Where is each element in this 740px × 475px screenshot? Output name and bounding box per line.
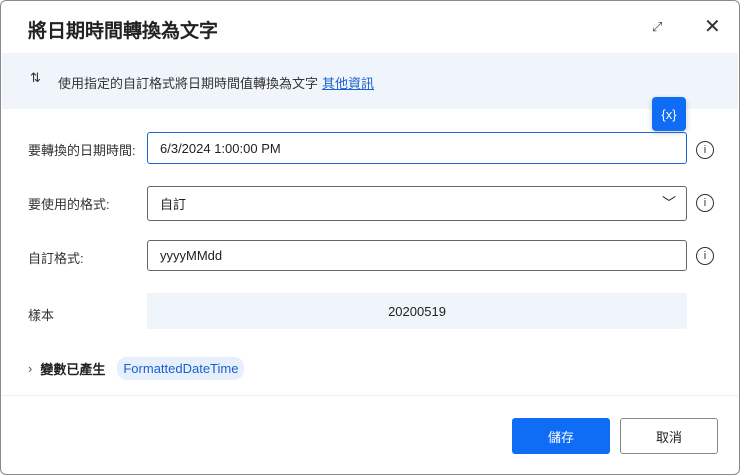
- sample-label: 樣本: [28, 308, 55, 323]
- info-icon[interactable]: i: [696, 247, 714, 265]
- variable-picker-button[interactable]: {x}: [652, 97, 686, 131]
- chevron-right-icon[interactable]: ›: [28, 361, 32, 376]
- chevron-down-icon: ﹀: [662, 195, 676, 211]
- close-icon[interactable]: ✕: [704, 14, 721, 39]
- variables-produced[interactable]: › 變數已產生 FormattedDateTime: [28, 357, 245, 380]
- action-icon: ⇅: [30, 70, 41, 85]
- format-value: 自訂: [160, 197, 187, 212]
- dialog: 將日期時間轉換為文字 ⤢ ✕ ⇅ 使用指定的自訂格式將日期時間值轉換為文字 其他資…: [0, 0, 740, 475]
- more-info-link[interactable]: 其他資訊: [322, 76, 374, 91]
- banner-description: 使用指定的自訂格式將日期時間值轉換為文字: [58, 76, 319, 91]
- variable-pill[interactable]: FormattedDateTime: [117, 357, 245, 380]
- divider: [2, 395, 738, 396]
- info-icon[interactable]: i: [696, 194, 714, 212]
- custom-format-label: 自訂格式:: [28, 251, 84, 266]
- custom-format-input[interactable]: yyyyMMdd: [147, 240, 687, 271]
- format-label: 要使用的格式:: [28, 197, 110, 212]
- datetime-input[interactable]: 6/3/2024 1:00:00 PM: [147, 132, 687, 164]
- format-select[interactable]: 自訂 ﹀: [147, 186, 687, 221]
- variables-label: 變數已產生: [40, 362, 106, 377]
- cancel-button[interactable]: 取消: [620, 418, 718, 454]
- info-icon[interactable]: i: [696, 141, 714, 159]
- sample-value: 20200519: [147, 293, 687, 329]
- expand-icon[interactable]: ⤢: [652, 19, 662, 35]
- dialog-title: 將日期時間轉換為文字: [28, 21, 219, 42]
- info-banner: ⇅ 使用指定的自訂格式將日期時間值轉換為文字 其他資訊: [2, 53, 738, 109]
- datetime-label: 要轉換的日期時間:: [28, 143, 136, 158]
- save-button[interactable]: 儲存: [512, 418, 610, 454]
